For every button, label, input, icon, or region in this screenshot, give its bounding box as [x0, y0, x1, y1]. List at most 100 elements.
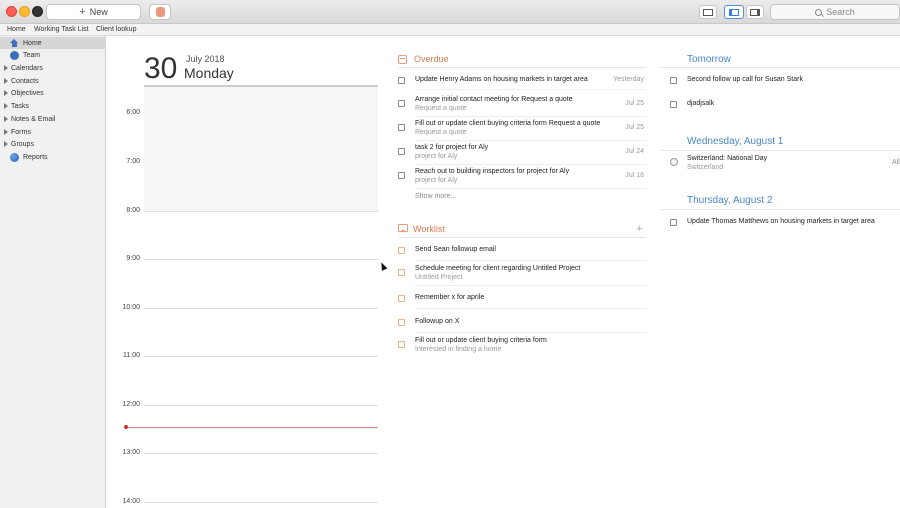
off-hours-shading: [144, 87, 378, 212]
app-logo-icon: [155, 7, 165, 17]
calendar-weekday: Monday: [184, 65, 234, 81]
disclosure-triangle-icon[interactable]: [4, 90, 8, 96]
sidebar-item-label: Groups: [11, 140, 34, 148]
task-checkbox[interactable]: [398, 295, 405, 302]
tab-home[interactable]: Home: [7, 26, 26, 33]
sidebar-item-objectives[interactable]: Objectives: [0, 87, 106, 99]
sidebar-item-label: Team: [23, 51, 41, 59]
task-due-date: Jul 25: [625, 100, 644, 107]
sidebar-item-home[interactable]: Home: [0, 37, 106, 49]
window-close-icon[interactable]: [6, 6, 17, 17]
disclosure-triangle-icon[interactable]: [4, 116, 8, 122]
sidebar-item-label: Forms: [11, 128, 31, 136]
task-project: Request a quote: [415, 105, 467, 112]
toggle-inspector-button[interactable]: [746, 5, 764, 19]
tab-working-task-list[interactable]: Working Task List: [34, 26, 89, 33]
task-due-date: Jul 24: [625, 148, 644, 155]
task-due-date: Yesterday: [613, 76, 644, 83]
add-worklist-item-button[interactable]: +: [636, 223, 642, 235]
task-checkbox[interactable]: [398, 124, 405, 131]
holiday-globe-icon: [670, 158, 678, 166]
disclosure-triangle-icon[interactable]: [4, 78, 8, 84]
sidebar-item-calendars[interactable]: Calendars: [0, 62, 106, 74]
section-divider: [660, 209, 900, 210]
section-divider: [660, 150, 900, 151]
task-column: Overdue Update Henry Adams on housing ma…: [392, 36, 652, 508]
row-divider: [415, 260, 646, 261]
event-title: Switzerland: National Day: [687, 155, 768, 162]
left-panel-icon: [729, 8, 739, 16]
sidebar-item-team[interactable]: Team: [0, 49, 106, 61]
task-checkbox[interactable]: [670, 101, 677, 108]
task-checkbox[interactable]: [398, 269, 405, 276]
sidebar-item-forms[interactable]: Forms: [0, 126, 106, 138]
sidebar: Home Team Calendars Contacts Objectives …: [0, 36, 106, 508]
tomorrow-header: Tomorrow: [687, 54, 731, 65]
task-project: Interested in finding a home: [415, 346, 502, 353]
task-checkbox[interactable]: [398, 100, 405, 107]
search-input[interactable]: Search: [770, 4, 900, 20]
tab-client-lookup[interactable]: Client lookup: [96, 26, 136, 33]
aug-2-header: Thursday, August 2: [687, 195, 773, 206]
sidebar-item-label: Objectives: [11, 89, 44, 97]
row-divider: [415, 308, 646, 309]
task-checkbox[interactable]: [398, 319, 405, 326]
new-button-label: New: [89, 7, 108, 17]
reports-icon: [10, 152, 19, 162]
task-title: Fill out or update client buying criteri…: [415, 120, 601, 127]
hour-label: 11:00: [123, 352, 140, 359]
sidebar-item-tasks[interactable]: Tasks: [0, 100, 106, 112]
hour-line: [144, 211, 378, 212]
hour-line: [144, 453, 378, 454]
task-project: project for Aly: [415, 153, 458, 160]
task-checkbox[interactable]: [670, 219, 677, 226]
upcoming-column: Tomorrow Second follow up call for Susan…: [660, 36, 900, 508]
sidebar-item-groups[interactable]: Groups: [0, 138, 106, 150]
task-checkbox[interactable]: [398, 172, 405, 179]
hour-label: 14:00: [122, 498, 140, 505]
hour-label: 9:00: [126, 255, 140, 262]
section-divider: [398, 237, 646, 238]
overdue-title: Overdue: [414, 54, 449, 64]
task-checkbox[interactable]: [398, 148, 405, 155]
calendar-time-grid[interactable]: [144, 87, 378, 508]
task-checkbox[interactable]: [670, 77, 677, 84]
sidebar-item-label: Contacts: [11, 77, 39, 85]
task-title: Send Sean followup email: [415, 246, 496, 253]
row-divider: [415, 285, 646, 286]
current-time-line: [126, 427, 378, 428]
task-title: task 2 for project for Aly: [415, 144, 489, 151]
task-checkbox[interactable]: [398, 341, 405, 348]
task-title: Fill out or update client buying criteri…: [415, 337, 547, 344]
team-icon: [10, 50, 19, 60]
worklist-title: Worklist: [413, 224, 445, 234]
sidebar-item-reports[interactable]: Reports: [0, 151, 106, 163]
disclosure-triangle-icon[interactable]: [4, 103, 8, 109]
task-title: djadjsalk: [687, 100, 715, 107]
show-more-link[interactable]: Show more...: [415, 193, 456, 200]
app-menu-button[interactable]: [149, 4, 171, 20]
task-project: project for Aly: [415, 177, 458, 184]
hour-line: [144, 405, 378, 406]
window-fullscreen-icon[interactable]: [32, 6, 43, 17]
sidebar-item-contacts[interactable]: Contacts: [0, 75, 106, 87]
sidebar-item-label: Reports: [23, 153, 48, 161]
search-icon: [815, 8, 823, 16]
task-checkbox[interactable]: [398, 247, 405, 254]
hour-label: 6:00: [126, 109, 140, 116]
day-calendar: 30 July 2018 Monday 6:00 7:00 8:00 9:00 …: [106, 36, 386, 508]
disclosure-triangle-icon[interactable]: [4, 141, 8, 147]
row-divider: [415, 332, 646, 333]
back-button[interactable]: [699, 5, 717, 19]
task-checkbox[interactable]: [398, 77, 405, 84]
task-project: Untitled Project: [415, 274, 463, 281]
app-window: + New Search Home Working Task List Clie…: [0, 0, 900, 508]
sidebar-item-notes-email[interactable]: Notes & Email: [0, 113, 106, 125]
window-minimize-icon[interactable]: [19, 6, 30, 17]
disclosure-triangle-icon[interactable]: [4, 129, 8, 135]
new-button[interactable]: + New: [46, 4, 141, 20]
disclosure-triangle-icon[interactable]: [4, 65, 8, 71]
search-placeholder: Search: [826, 7, 855, 17]
hour-line: [144, 259, 378, 260]
toggle-sidebar-button[interactable]: [724, 5, 744, 19]
